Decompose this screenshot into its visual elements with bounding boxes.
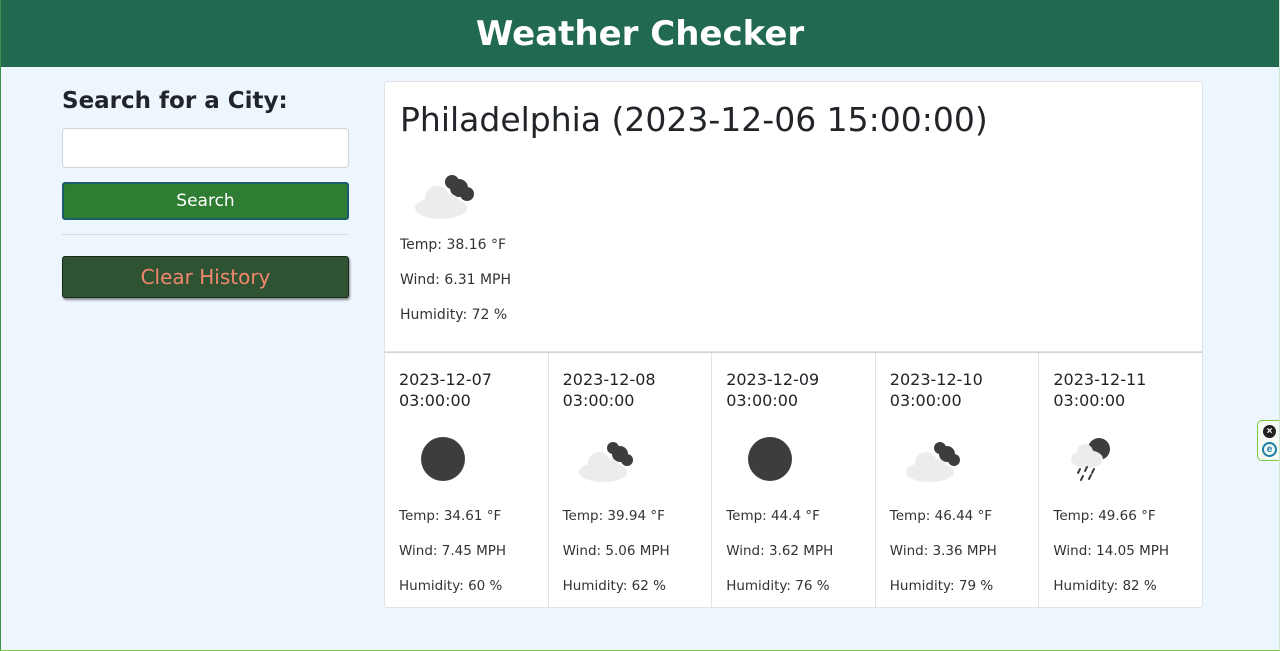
forecast-wind: Wind: 3.62 MPH (726, 543, 834, 559)
forecast-temp: Temp: 46.44 °F (889, 508, 993, 524)
five-day-forecast: 2023-12-07 03:00:00 Temp: 34.61 °F Wind:… (384, 352, 1203, 608)
forecast-wind: Wind: 14.05 MPH (1053, 543, 1170, 559)
forecast-wind: Wind: 3.36 MPH (889, 543, 997, 559)
forecast-date: 2023-12-09 03:00:00 (726, 369, 866, 411)
forecast-day: 2023-12-11 (1053, 370, 1147, 389)
forecast-day: 2023-12-09 (726, 370, 820, 389)
forecast-time: 03:00:00 (889, 391, 962, 410)
current-wind: Wind: 6.31 MPH (400, 272, 512, 288)
search-heading: Search for a City: (62, 88, 288, 114)
cloudy-night-icon (905, 442, 960, 482)
clear-night-icon (748, 437, 793, 481)
forecast-card: 2023-12-10 03:00:00 Temp: 46.44 °F Wind:… (876, 353, 1040, 607)
forecast-wind: Wind: 7.45 MPH (399, 543, 507, 559)
forecast-humidity: Humidity: 60 % (399, 578, 503, 594)
current-humidity: Humidity: 72 % (400, 307, 508, 323)
clear-night-icon (421, 437, 465, 481)
forecast-date: 2023-12-11 03:00:00 (1053, 369, 1193, 411)
forecast-time: 03:00:00 (1053, 391, 1126, 410)
forecast-time: 03:00:00 (562, 391, 635, 410)
sidebar-divider (62, 234, 349, 235)
city-search-input[interactable] (62, 128, 349, 168)
forecast-humidity: Humidity: 76 % (726, 578, 830, 594)
forecast-humidity: Humidity: 62 % (562, 578, 666, 594)
browser-extension-widget[interactable]: × e (1257, 420, 1279, 461)
cloudy-night-icon (415, 175, 474, 219)
search-sidebar: Search for a City: Search Clear History (62, 88, 349, 298)
app-title: Weather Checker (475, 13, 805, 54)
rain-night-icon (1071, 438, 1111, 481)
clear-history-button[interactable]: Clear History (62, 256, 349, 298)
forecast-card: 2023-12-09 03:00:00 Temp: 44.4 °F Wind: … (712, 353, 876, 607)
forecast-card: 2023-12-08 03:00:00 Temp: 39.94 °F Wind:… (549, 353, 713, 607)
forecast-card: 2023-12-07 03:00:00 Temp: 34.61 °F Wind:… (385, 353, 549, 607)
forecast-temp: Temp: 39.94 °F (562, 508, 665, 524)
current-weather-card: Philadelphia (2023-12-06 15:00:00) Temp:… (384, 81, 1203, 352)
forecast-date: 2023-12-10 03:00:00 (890, 369, 1030, 411)
forecast-temp: Temp: 44.4 °F (726, 508, 820, 524)
current-city-title: Philadelphia (2023-12-06 15:00:00) (400, 100, 988, 139)
forecast-day: 2023-12-07 (399, 370, 492, 389)
forecast-date: 2023-12-07 03:00:00 (399, 369, 539, 411)
search-button[interactable]: Search (62, 182, 349, 220)
forecast-wind: Wind: 5.06 MPH (562, 543, 670, 559)
forecast-day: 2023-12-10 (889, 370, 983, 389)
forecast-time: 03:00:00 (726, 391, 799, 410)
cloudy-night-icon (578, 442, 633, 482)
extension-e-icon[interactable]: e (1262, 442, 1277, 457)
close-icon[interactable]: × (1263, 425, 1276, 438)
forecast-temp: Temp: 49.66 °F (1053, 508, 1156, 524)
forecast-card: 2023-12-11 03:00:00 Temp: 49.66 °F Wind:… (1039, 353, 1202, 607)
current-temp: Temp: 38.16 °F (400, 237, 507, 253)
forecast-day: 2023-12-08 (562, 370, 656, 389)
forecast-temp: Temp: 34.61 °F (399, 508, 502, 524)
forecast-time: 03:00:00 (399, 391, 471, 410)
forecast-humidity: Humidity: 82 % (1053, 578, 1157, 594)
forecast-date: 2023-12-08 03:00:00 (563, 369, 703, 411)
app-header: Weather Checker (0, 0, 1280, 67)
forecast-humidity: Humidity: 79 % (889, 578, 994, 594)
